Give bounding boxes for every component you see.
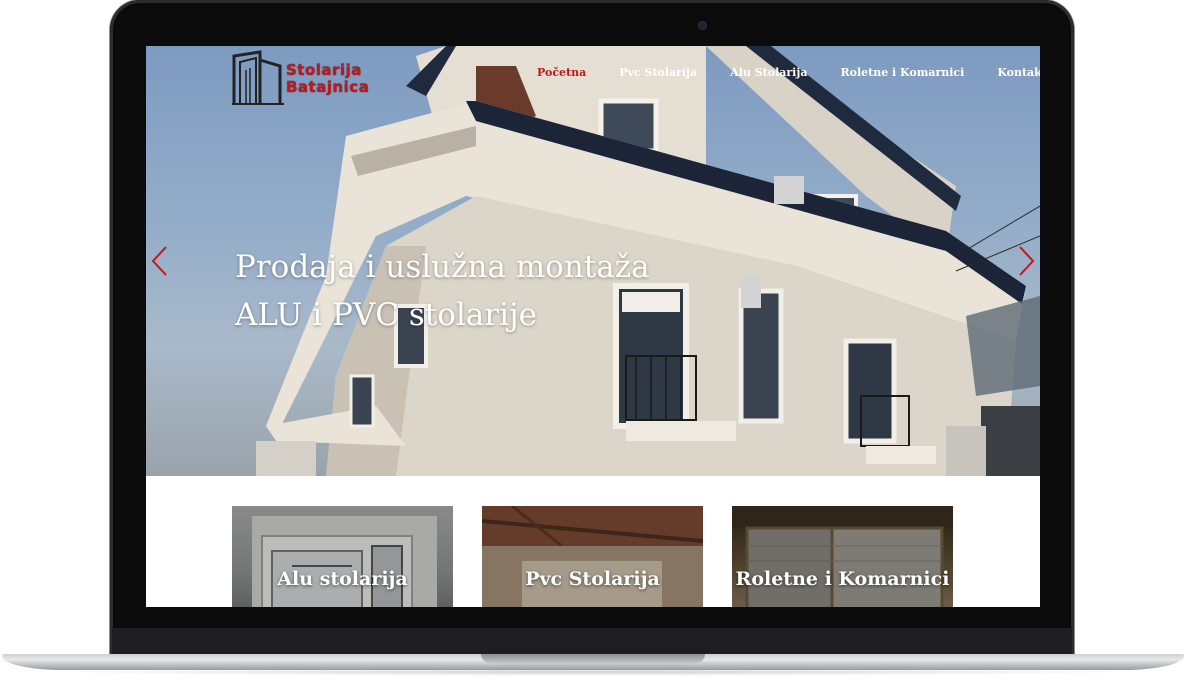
nav-item-pocetna[interactable]: Početna — [537, 66, 586, 79]
category-card-alu-stolarija[interactable]: Alu stolarija — [232, 506, 453, 607]
main-navigation: Početna Pvc Stolarija Alu Stolarija Role… — [537, 66, 1040, 79]
card-label: Roletne i Komarnici — [735, 568, 950, 590]
nav-item-pvc-stolarija[interactable]: Pvc Stolarija — [619, 66, 697, 79]
camera-icon — [699, 22, 706, 29]
logo-line-2: Batajnica — [286, 78, 370, 96]
hero-heading-line-2: ALU i PVC stolarije — [235, 296, 537, 333]
card-overlay — [482, 506, 703, 607]
nav-item-roletne-i-komarnici[interactable]: Roletne i Komarnici — [840, 66, 964, 79]
category-card-roletne-i-komarnici[interactable]: Roletne i Komarnici — [732, 506, 953, 607]
card-label: Pvc Stolarija — [525, 568, 660, 590]
browser-screen: Stolarija Batajnica Početna Pvc Stolarij… — [146, 46, 1040, 607]
slider-prev-button[interactable] — [148, 244, 172, 278]
category-card-pvc-stolarija[interactable]: Pvc Stolarija — [482, 506, 703, 607]
slider-next-button[interactable] — [1014, 244, 1038, 278]
card-label: Alu stolarija — [277, 568, 408, 590]
nav-item-kontakt[interactable]: Kontakt — [997, 66, 1040, 79]
logo-line-1: Stolarija — [286, 61, 362, 79]
nav-item-alu-stolarija[interactable]: Alu Stolarija — [730, 66, 807, 79]
site-logo[interactable]: Stolarija Batajnica — [230, 50, 390, 106]
chevron-left-icon — [151, 246, 167, 276]
hero-heading: Prodaja i uslužna montaža ALU i PVC stol… — [235, 243, 650, 339]
chevron-right-icon — [1019, 246, 1035, 276]
laptop-notch — [481, 654, 705, 663]
card-overlay — [732, 506, 953, 607]
logo-wordmark: Stolarija Batajnica — [286, 62, 369, 96]
card-overlay — [232, 506, 453, 607]
hero-slider: Stolarija Batajnica Početna Pvc Stolarij… — [146, 46, 1040, 476]
window-frame-logo-icon — [232, 50, 284, 105]
hero-heading-line-1: Prodaja i uslužna montaža — [235, 248, 650, 285]
